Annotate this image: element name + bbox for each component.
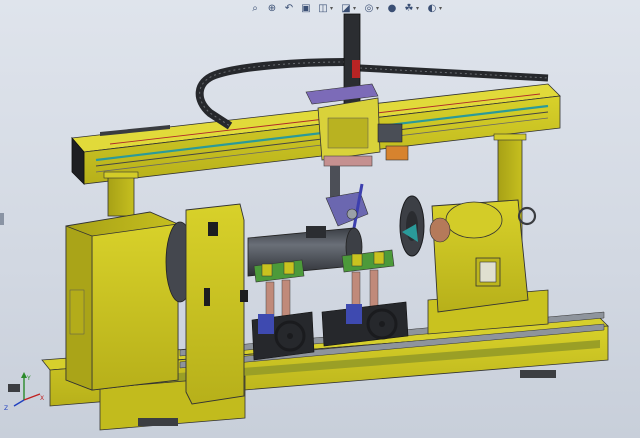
gantry-left-leg <box>103 171 139 217</box>
triad-z-label: Z <box>4 405 8 412</box>
graphics-area[interactable]: Y X Z <box>0 0 640 438</box>
triad-x-label: X <box>40 395 44 402</box>
headstock-housing <box>65 211 195 391</box>
chuck-frame <box>185 203 248 405</box>
triad-y-label: Y <box>26 375 31 382</box>
roller-stand-left <box>251 259 315 361</box>
tailstock <box>399 195 549 335</box>
